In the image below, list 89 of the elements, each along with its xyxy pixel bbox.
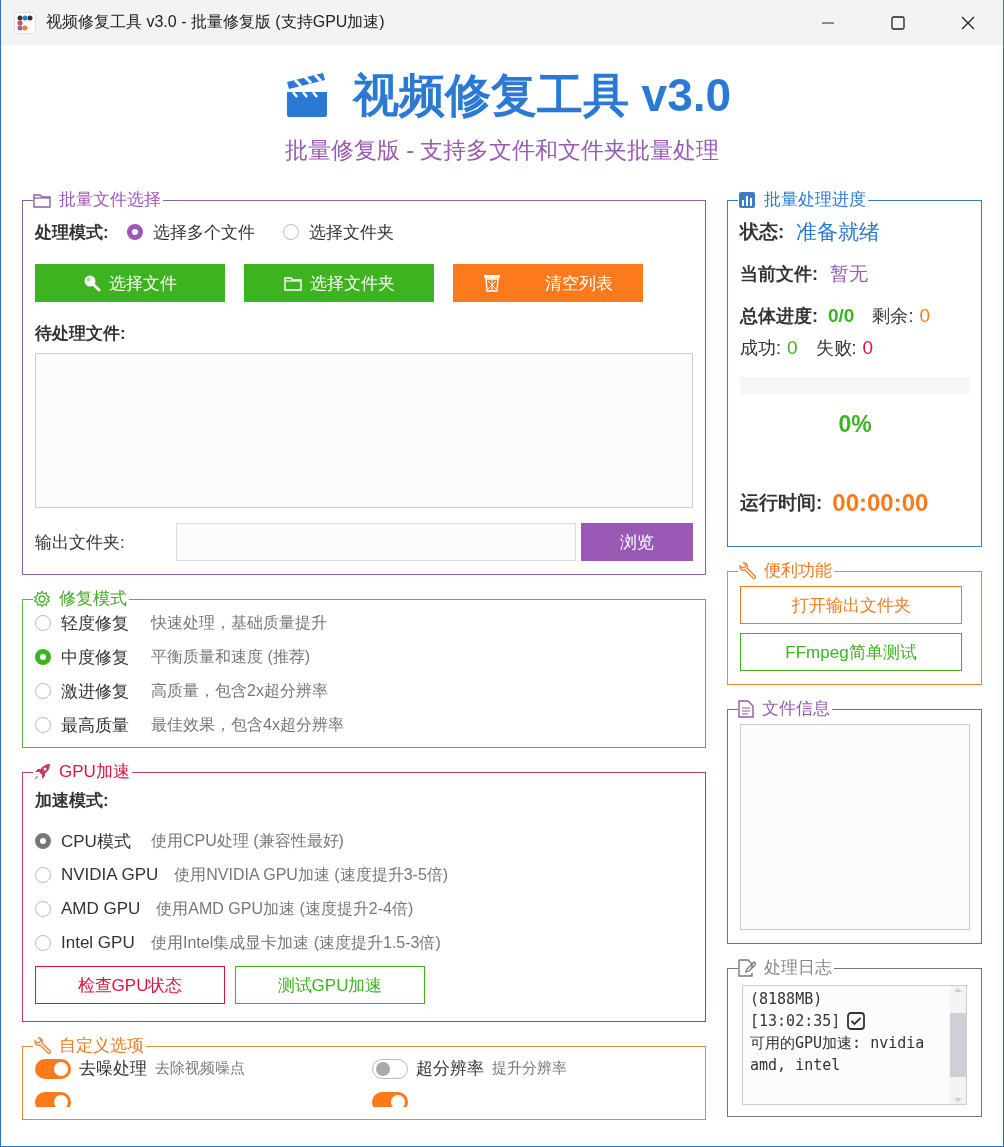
scrollbar[interactable] [950,986,966,1104]
app-icon [14,11,36,34]
clapperboard-icon [284,72,329,118]
checkbox-icon [846,1011,867,1031]
group-title: 批量文件选择 [59,189,161,211]
toggle-switch[interactable] [35,1092,71,1107]
option-description: 去除视频噪点 [155,1059,245,1078]
toggle-switch[interactable] [372,1092,408,1107]
radio-circle[interactable] [35,833,51,849]
remaining-label: 剩余: [872,305,914,328]
group-title: GPU加速 [59,761,130,783]
folder-icon [33,192,51,208]
log-line: (8188MB) [750,989,823,1010]
radio-option[interactable]: 选择文件夹 [282,220,394,244]
group-title: 便利功能 [764,560,832,582]
overall-label: 总体进度: [740,305,818,328]
option-description: 平衡质量和速度 (推荐) [151,646,311,667]
toggle-label: 超分辨率 [416,1058,484,1080]
radio-circle[interactable] [35,901,51,917]
failed-value: 0 [862,337,874,359]
folder-icon [283,275,302,291]
close-icon[interactable] [961,15,975,30]
radio-option[interactable]: 轻度修复 [35,611,135,635]
success-value: 0 [787,337,798,359]
group-title: 文件信息 [762,698,830,720]
app-subtitle: 批量修复版 - 支持多文件和文件夹批量处理 [284,136,720,165]
radio-circle[interactable] [35,615,51,631]
browse-button[interactable]: 浏览 [581,523,693,561]
remaining-value: 0 [919,305,930,327]
window-title: 视频修复工具 v3.0 - 批量修复版 (支持GPU加速) [46,12,386,32]
search-icon [83,274,101,292]
runtime-label: 运行时间: [740,491,823,515]
gear-icon [33,590,51,608]
app-title: 视频修复工具 v3.0 [352,68,732,123]
radio-option[interactable]: 中度修复 [35,645,135,669]
status-value: 准备就绪 [796,219,881,245]
failed-label: 失败: [815,337,857,360]
option-description: 提升分辨率 [492,1059,567,1078]
overall-value: 0/0 [828,305,855,327]
percent-value: 0% [837,411,873,438]
runtime-value: 00:00:00 [832,489,929,517]
radio-circle[interactable] [35,649,51,665]
current-file-value: 暂无 [830,262,868,286]
list-label: 待处理文件: [35,323,127,345]
radio-circle[interactable] [35,717,51,733]
toggle-switch[interactable] [35,1058,71,1079]
option-description: 快速处理，基础质量提升 [151,612,327,633]
radio-circle[interactable] [35,867,51,883]
option-description: 使用AMD GPU加速 (速度提升2-4倍) [156,898,414,919]
radio-option[interactable]: AMD GPU [35,899,141,919]
group-title: 修复模式 [59,588,127,610]
output-field[interactable] [176,523,576,561]
log-line: amd, intel [750,1055,841,1076]
status-label: 状态: [740,220,785,244]
group-title: 自定义选项 [59,1035,144,1057]
log-line: [13:02:35] [750,1011,841,1032]
success-label: 成功: [740,337,781,360]
option-description: 高质量，包含2x超分辨率 [151,680,328,701]
radio-option[interactable]: 最高质量 [35,713,135,737]
radio-option[interactable]: 选择多个文件 [126,220,255,244]
group-title: 批量处理进度 [764,189,866,211]
option-description: 使用Intel集成显卡加速 (速度提升1.5-3倍) [151,932,441,953]
wrench-icon [738,562,756,580]
radio-option[interactable]: 激进修复 [35,679,135,703]
radio-option[interactable]: Intel GPU [35,933,135,953]
group-title: 处理日志 [764,957,832,979]
mode-label: 处理模式: [35,221,109,244]
output-label: 输出文件夹: [35,531,126,554]
maximize-icon[interactable] [891,15,905,30]
wrench-icon [33,1037,51,1055]
scroll-up-icon[interactable] [953,986,963,994]
trash-icon [483,274,501,292]
toggle-label: 去噪处理 [79,1058,147,1080]
toggle-switch[interactable] [372,1058,408,1079]
option-description: 使用NVIDIA GPU加速 (速度提升3-5倍) [174,864,449,885]
action-button[interactable]: 检查GPU状态 [35,966,225,1004]
log-line: 可用的GPU加速: nvidia [750,1033,925,1054]
radio-circle[interactable] [35,683,51,699]
option-description: 使用CPU处理 (兼容性最好) [151,830,344,851]
radio-circle[interactable] [126,224,143,240]
radio-circle[interactable] [35,935,51,951]
radio-option[interactable]: CPU模式 [35,829,135,853]
file-list[interactable] [35,353,693,508]
scroll-down-icon[interactable] [953,1096,963,1104]
option-description: 最佳效果，包含4x超分辨率 [151,714,344,735]
mode-label: 加速模式: [35,790,110,812]
current-file-label: 当前文件: [740,263,818,286]
radio-option[interactable]: NVIDIA GPU [35,865,159,885]
radio-circle[interactable] [282,224,299,240]
